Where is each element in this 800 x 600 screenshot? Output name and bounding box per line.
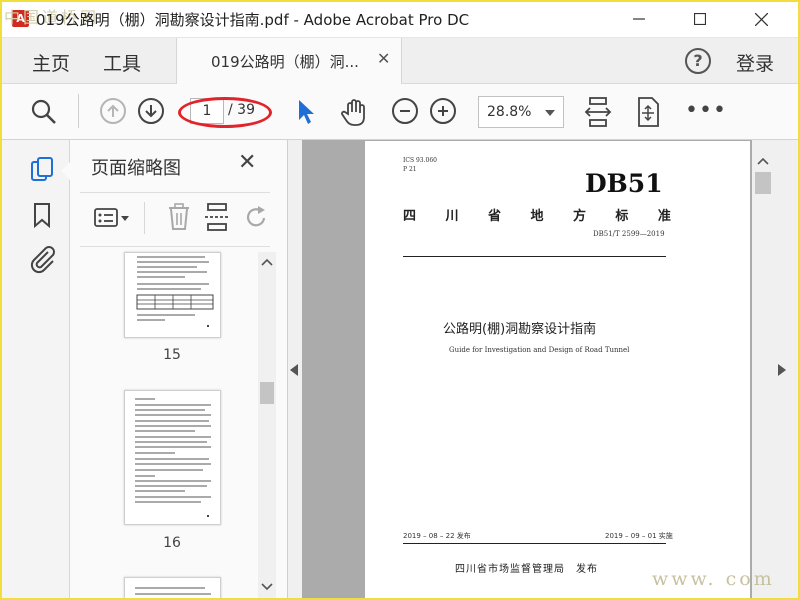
left-collapse-strip[interactable] xyxy=(288,140,302,600)
page-thumbnails-icon[interactable] xyxy=(30,156,56,184)
full-screen-icon[interactable] xyxy=(634,96,662,128)
minimize-icon xyxy=(633,18,645,20)
fit-width-icon[interactable] xyxy=(584,96,612,128)
document-scrollbar[interactable] xyxy=(752,140,774,600)
document-title-zh: 公路明(棚)洞勘察设计指南 xyxy=(443,322,597,337)
watermark-bottom: www. com xyxy=(652,568,775,590)
standard-char: 省 xyxy=(487,209,501,224)
collapse-left-icon[interactable] xyxy=(290,364,300,376)
document-title-en: Guide for Investigation and Design of Ro… xyxy=(449,346,630,354)
search-icon[interactable] xyxy=(30,98,58,126)
hand-tool-icon[interactable] xyxy=(340,96,372,128)
minus-icon xyxy=(400,110,410,112)
thumbnail-page-number: 16 xyxy=(163,535,181,551)
close-icon xyxy=(754,12,768,26)
title-bar: A 中国道桥网 019公路明（棚）洞勘察设计指南.pdf - Adobe Acr… xyxy=(0,0,800,38)
right-collapse-strip[interactable] xyxy=(770,140,800,600)
thumbnail-content xyxy=(135,587,211,595)
document-tab[interactable]: 019公路明（棚）洞... ✕ xyxy=(176,38,402,84)
panel-divider xyxy=(80,246,270,247)
thumbnail-page[interactable] xyxy=(124,252,221,338)
thumbnail-content xyxy=(136,256,214,327)
more-tools-icon[interactable]: ••• xyxy=(685,98,727,123)
insert-pages-icon[interactable] xyxy=(204,202,232,232)
close-window-button[interactable] xyxy=(738,0,784,38)
standard-heading: 四 川 省 地 方 标 准 xyxy=(403,205,671,224)
scroll-down-icon[interactable] xyxy=(261,582,273,592)
thumbnail-page-number: 15 xyxy=(163,347,181,363)
home-menu[interactable]: 主页 xyxy=(32,49,70,76)
issuing-authority: 四川省市场监督管理局 发布 xyxy=(455,564,598,575)
help-icon[interactable]: ? xyxy=(685,48,711,74)
standard-char: 地 xyxy=(530,209,544,224)
standard-char: 标 xyxy=(615,209,629,224)
annotation-ellipse xyxy=(178,97,272,128)
login-button[interactable]: 登录 xyxy=(736,49,774,76)
chevron-down-icon xyxy=(545,110,555,116)
toolbar-separator xyxy=(78,94,79,128)
zoom-level-select[interactable]: 28.8% xyxy=(478,96,564,128)
trash-icon[interactable] xyxy=(166,202,192,232)
ics-code: ICS 93.060 xyxy=(403,157,437,164)
implementation-date: 2019 – 09 – 01 实施 xyxy=(605,532,673,540)
window-title: 019公路明（棚）洞勘察设计指南.pdf - Adobe Acrobat Pro… xyxy=(36,11,470,29)
standard-char: 川 xyxy=(445,209,459,224)
zoom-out-button[interactable] xyxy=(392,98,418,124)
scroll-up-icon[interactable] xyxy=(757,156,769,166)
panel-toolbar xyxy=(80,198,270,238)
standard-char: 准 xyxy=(657,209,671,224)
thumbnail-page[interactable] xyxy=(124,390,221,525)
standard-char: 方 xyxy=(572,209,586,224)
collapse-right-icon[interactable] xyxy=(778,364,788,376)
document-number: DB51/T 2599—2019 xyxy=(593,230,665,238)
panel-close-icon[interactable]: ✕ xyxy=(238,150,256,175)
standard-char: 四 xyxy=(403,209,417,224)
header-rule xyxy=(403,256,666,257)
previous-page-button[interactable] xyxy=(100,98,126,124)
arrow-down-icon xyxy=(145,105,157,118)
attachment-icon[interactable] xyxy=(28,244,56,274)
next-page-button[interactable] xyxy=(138,98,164,124)
class-code: P 21 xyxy=(403,166,417,173)
thumbnail-scrollbar[interactable] xyxy=(258,252,276,600)
rotate-icon[interactable] xyxy=(244,204,270,232)
thumbnail-page[interactable] xyxy=(124,577,221,600)
tools-menu[interactable]: 工具 xyxy=(103,49,141,76)
left-navigation-rail xyxy=(0,140,70,600)
zoom-in-button[interactable] xyxy=(430,98,456,124)
zoom-value: 28.8% xyxy=(487,104,532,120)
pdf-page: ICS 93.060 P 21 DB51 四 川 省 地 方 标 准 DB51/… xyxy=(365,141,750,600)
rail-active-indicator xyxy=(61,162,70,180)
document-scrollbar-thumb[interactable] xyxy=(755,172,771,194)
plus-icon xyxy=(438,106,448,116)
issue-date: 2019 – 08 – 22 发布 xyxy=(403,532,471,540)
db-code: DB51 xyxy=(585,169,663,198)
maximize-button[interactable] xyxy=(677,0,723,38)
minimize-button[interactable] xyxy=(616,0,662,38)
arrow-up-icon xyxy=(107,104,119,117)
select-cursor-icon[interactable] xyxy=(296,98,318,126)
thumbnail-options-icon[interactable] xyxy=(94,206,132,230)
scroll-up-icon[interactable] xyxy=(261,257,273,267)
panel-divider xyxy=(80,192,270,193)
footer-rule xyxy=(403,543,666,544)
menu-tab-bar: 主页 工具 019公路明（棚）洞... ✕ ? 登录 xyxy=(0,38,800,84)
document-tab-label: 019公路明（棚）洞... xyxy=(211,53,359,71)
maximize-icon xyxy=(694,13,706,25)
page-thumbnails-panel: 页面缩略图 ✕ 15 16 xyxy=(70,140,288,600)
thumbnail-content xyxy=(135,398,211,517)
panel-tools-separator xyxy=(144,202,145,234)
main-toolbar: 1 / 39 28.8% ••• xyxy=(0,84,800,140)
panel-title: 页面缩略图 xyxy=(91,158,181,179)
bookmark-icon[interactable] xyxy=(32,202,52,230)
thumbnail-scrollbar-thumb[interactable] xyxy=(260,382,274,404)
document-tab-close-icon[interactable]: ✕ xyxy=(377,49,390,68)
